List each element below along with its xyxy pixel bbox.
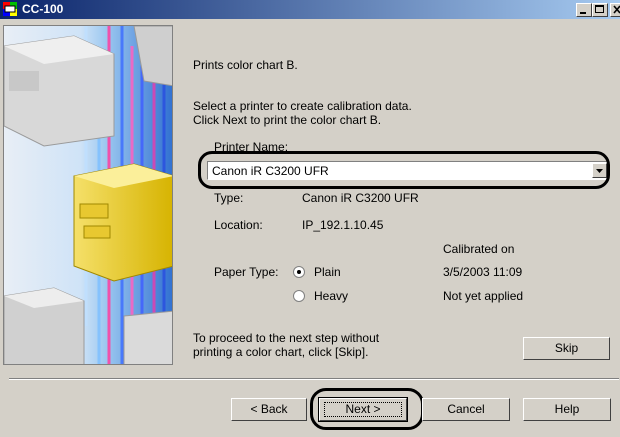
- paper-plain-label[interactable]: Plain: [314, 265, 341, 279]
- paper-type-label: Paper Type:: [214, 265, 279, 279]
- chevron-down-icon[interactable]: [592, 163, 607, 178]
- skip-note-2: printing a color chart, click [Skip].: [193, 345, 369, 359]
- printer-name-select[interactable]: Canon iR C3200 UFR: [207, 161, 609, 180]
- minimize-icon: [580, 12, 586, 14]
- printer-name-value: Canon iR C3200 UFR: [212, 164, 329, 178]
- skip-button[interactable]: Skip: [523, 337, 610, 360]
- back-button-label: < Back: [250, 402, 288, 416]
- paper-plain-status: 3/5/2003 11:09: [443, 265, 523, 279]
- paper-heavy-status: Not yet applied: [443, 289, 524, 303]
- maximize-button[interactable]: [592, 3, 608, 17]
- cancel-button[interactable]: Cancel: [422, 398, 510, 421]
- instruction-text-2: Click Next to print the color chart B.: [193, 113, 382, 127]
- back-button[interactable]: < Back: [231, 398, 307, 421]
- help-button-label: Help: [554, 402, 580, 416]
- location-value: IP_192.1.10.45: [302, 218, 384, 232]
- footer-divider: [9, 378, 619, 380]
- paper-heavy-radio[interactable]: [293, 290, 305, 302]
- help-button[interactable]: Help: [523, 398, 611, 421]
- app-icon: [3, 2, 18, 17]
- paper-heavy-label[interactable]: Heavy: [314, 289, 348, 303]
- close-icon: [613, 5, 620, 14]
- printer-name-label: Printer Name:: [214, 140, 289, 154]
- printer-illustration: [3, 25, 173, 365]
- maximize-icon: [595, 5, 604, 13]
- title-bar[interactable]: CC-100: [0, 0, 620, 19]
- calibration-dialog: CC-100 Prints color chart B. Select a pr…: [0, 0, 620, 437]
- type-value: Canon iR C3200 UFR: [302, 191, 419, 205]
- next-button[interactable]: Next >: [318, 397, 408, 422]
- instruction-text-1: Select a printer to create calibration d…: [193, 99, 412, 113]
- skip-button-label: Skip: [554, 341, 579, 355]
- minimize-button[interactable]: [576, 3, 592, 17]
- cancel-button-label: Cancel: [447, 402, 485, 416]
- location-label: Location:: [214, 218, 263, 232]
- calibrated-on-label: Calibrated on: [443, 242, 515, 256]
- window-title: CC-100: [22, 2, 64, 16]
- close-button[interactable]: [610, 3, 620, 17]
- intro-text: Prints color chart B.: [193, 58, 298, 72]
- paper-plain-radio[interactable]: [293, 266, 305, 278]
- type-label: Type:: [214, 191, 244, 205]
- skip-note-1: To proceed to the next step without: [193, 331, 380, 345]
